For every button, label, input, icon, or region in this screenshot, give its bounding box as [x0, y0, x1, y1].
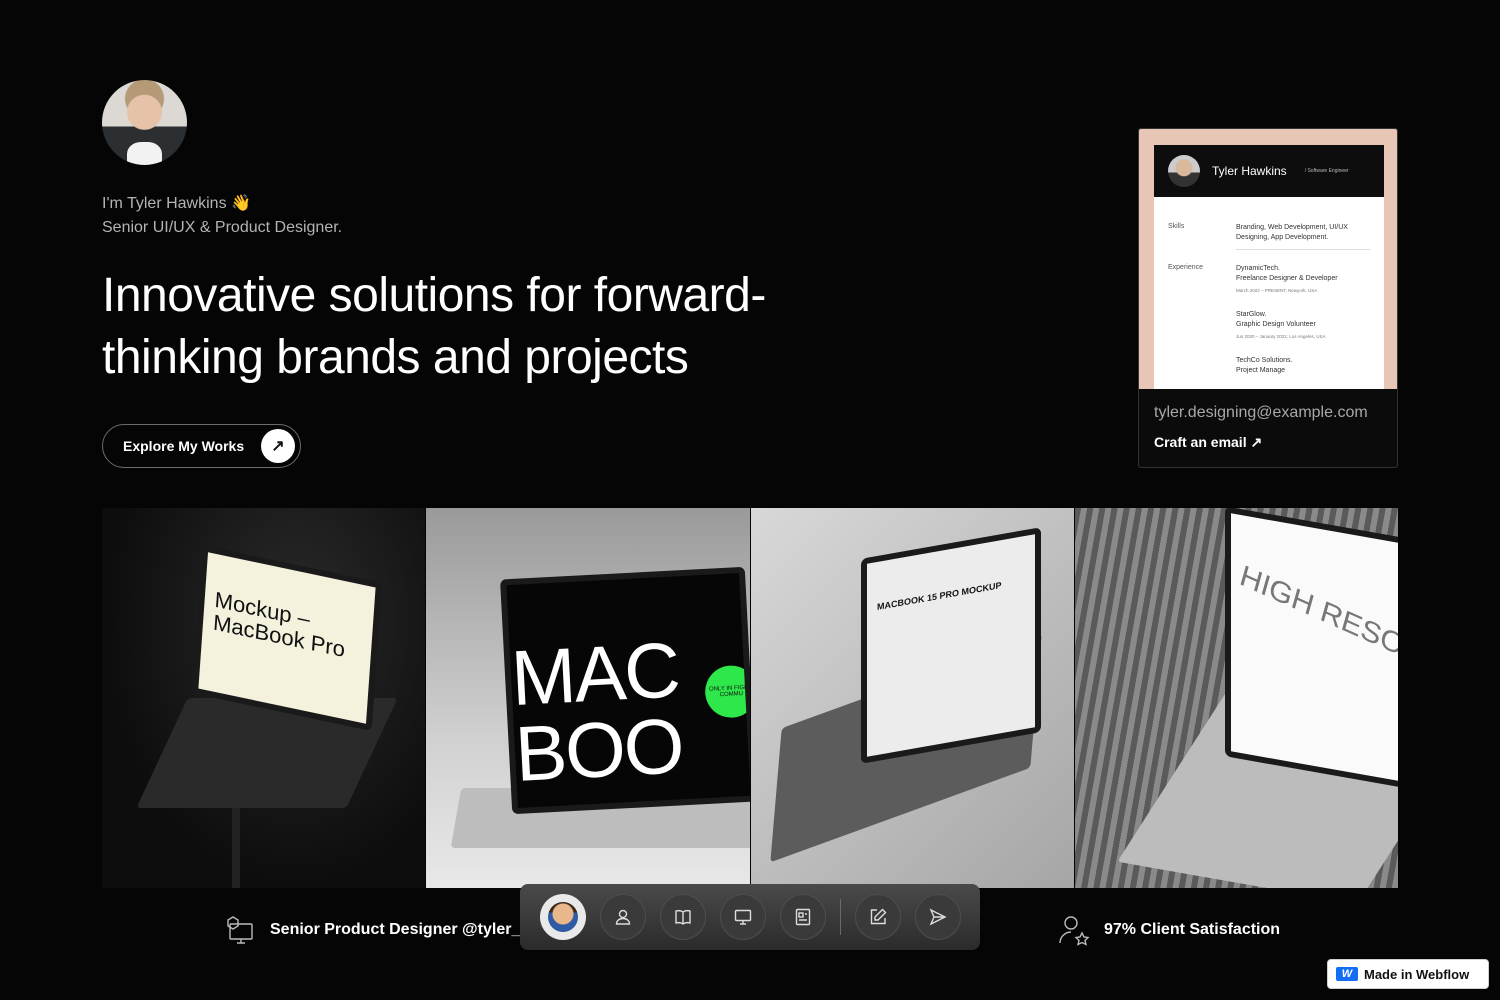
gallery-tile-high-resolution[interactable]: HIGH RESOLU — [1074, 508, 1398, 888]
hero-headline: Innovative solutions for forward-thinkin… — [102, 269, 766, 384]
stat-designer: Senior Product Designer @tyler_h — [224, 914, 530, 946]
dock-resume-button[interactable] — [780, 894, 826, 940]
webflow-logo-icon: W — [1336, 967, 1358, 981]
experience-company: TechCo Solutions. — [1236, 357, 1293, 364]
gallery-tile-macbook-15[interactable]: MACBOOK 15 PRO MOCKUP — [750, 508, 1074, 888]
dock-work-button[interactable] — [660, 894, 706, 940]
edit-icon — [870, 908, 887, 925]
intro-text: I'm Tyler Hawkins 👋 Senior UI/UX & Produ… — [102, 192, 342, 240]
monitor-icon — [734, 909, 752, 925]
experience-company: DynamicTech. — [1236, 265, 1280, 272]
experience-item: TechCo Solutions. Project Manage — [1236, 356, 1370, 376]
webflow-badge-label: Made in Webflow — [1364, 966, 1470, 982]
dock-about-button[interactable] — [600, 894, 646, 940]
experience-title: Graphic Design Volunteer — [1236, 321, 1316, 328]
made-in-webflow-badge[interactable]: W Made in Webflow — [1327, 959, 1489, 989]
experience-title: Freelance Designer & Developer — [1236, 275, 1338, 282]
experience-label: Experience — [1168, 264, 1204, 271]
user-star-icon — [1059, 916, 1090, 946]
intro-name: I'm Tyler Hawkins 👋 — [102, 195, 251, 212]
experience-company: StarGlow. — [1236, 311, 1267, 318]
stat-designer-label: Senior Product Designer @tyler_h — [270, 921, 531, 938]
resume-name: Tyler Hawkins — [1212, 164, 1287, 178]
skills-label: Skills — [1168, 223, 1185, 230]
book-icon — [675, 910, 691, 925]
resume-role: / Software Engineer — [1304, 168, 1349, 174]
explore-works-label: Explore My Works — [123, 438, 245, 454]
dock-avatar[interactable] — [540, 894, 586, 940]
stat-satisfaction: 97% Client Satisfaction — [1058, 914, 1280, 946]
contact-email[interactable]: tyler.designing@example.com — [1154, 404, 1368, 422]
experience-meta: Jun 2020 – January 2022, Los Angeles, US… — [1236, 334, 1326, 339]
memoji-avatar — [548, 902, 578, 932]
gallery-tile-macbook-figma[interactable]: MAC BOO ONLY IN FIGMA COMMU — [426, 508, 750, 888]
screen-text: HIGH RESOLU — [1236, 559, 1398, 679]
experience-item: StarGlow. Graphic Design Volunteer Jun 2… — [1236, 310, 1370, 342]
profile-avatar — [102, 80, 187, 165]
send-icon — [929, 908, 947, 926]
skills-value: Branding, Web Development, UI/UX Designi… — [1236, 224, 1348, 241]
user-icon — [615, 909, 631, 925]
resume-avatar — [1168, 155, 1200, 187]
intro-role: Senior UI/UX & Product Designer. — [102, 219, 343, 236]
resume-preview: Tyler Hawkins / Software Engineer Skills… — [1139, 129, 1397, 389]
monitor-box-icon — [227, 916, 253, 944]
stat-satisfaction-label: 97% Client Satisfaction — [1104, 921, 1281, 938]
laptop-screen: HIGH RESOLU — [1224, 508, 1398, 790]
explore-works-button[interactable]: Explore My Works ↗ — [102, 424, 301, 468]
dock-contact-button[interactable] — [915, 894, 961, 940]
laptop-screen: MAC BOO ONLY IN FIGMA COMMU — [500, 566, 750, 815]
screen-text: Mockup – MacBook Pro — [212, 586, 346, 663]
screen-text: MACBOOK 15 PRO MOCKUP — [876, 580, 1002, 613]
experience-item: DynamicTech. Freelance Designer & Develo… — [1236, 264, 1370, 296]
experience-meta: March 2022 – PRESENT, Newyork, USA — [1236, 288, 1318, 293]
resume-card[interactable]: Tyler Hawkins / Software Engineer Skills… — [1138, 128, 1398, 468]
laptop-screen: MACBOOK 15 PRO MOCKUP — [860, 527, 1041, 764]
resume-document: Tyler Hawkins / Software Engineer Skills… — [1154, 145, 1384, 389]
craft-email-link[interactable]: Craft an email ↗ — [1154, 434, 1262, 451]
dock-projects-button[interactable] — [720, 894, 766, 940]
dock-separator — [840, 899, 841, 935]
gallery-tile-macbook-pro[interactable]: Mockup – MacBook Pro — [102, 508, 426, 888]
dock-edit-button[interactable] — [855, 894, 901, 940]
project-gallery: Mockup – MacBook Pro MAC BOO ONLY IN FIG… — [102, 508, 1398, 888]
arrow-up-right-icon: ↗ — [261, 429, 295, 463]
bottom-dock — [520, 884, 980, 950]
document-icon — [795, 908, 811, 926]
experience-title: Project Manage — [1236, 367, 1286, 374]
